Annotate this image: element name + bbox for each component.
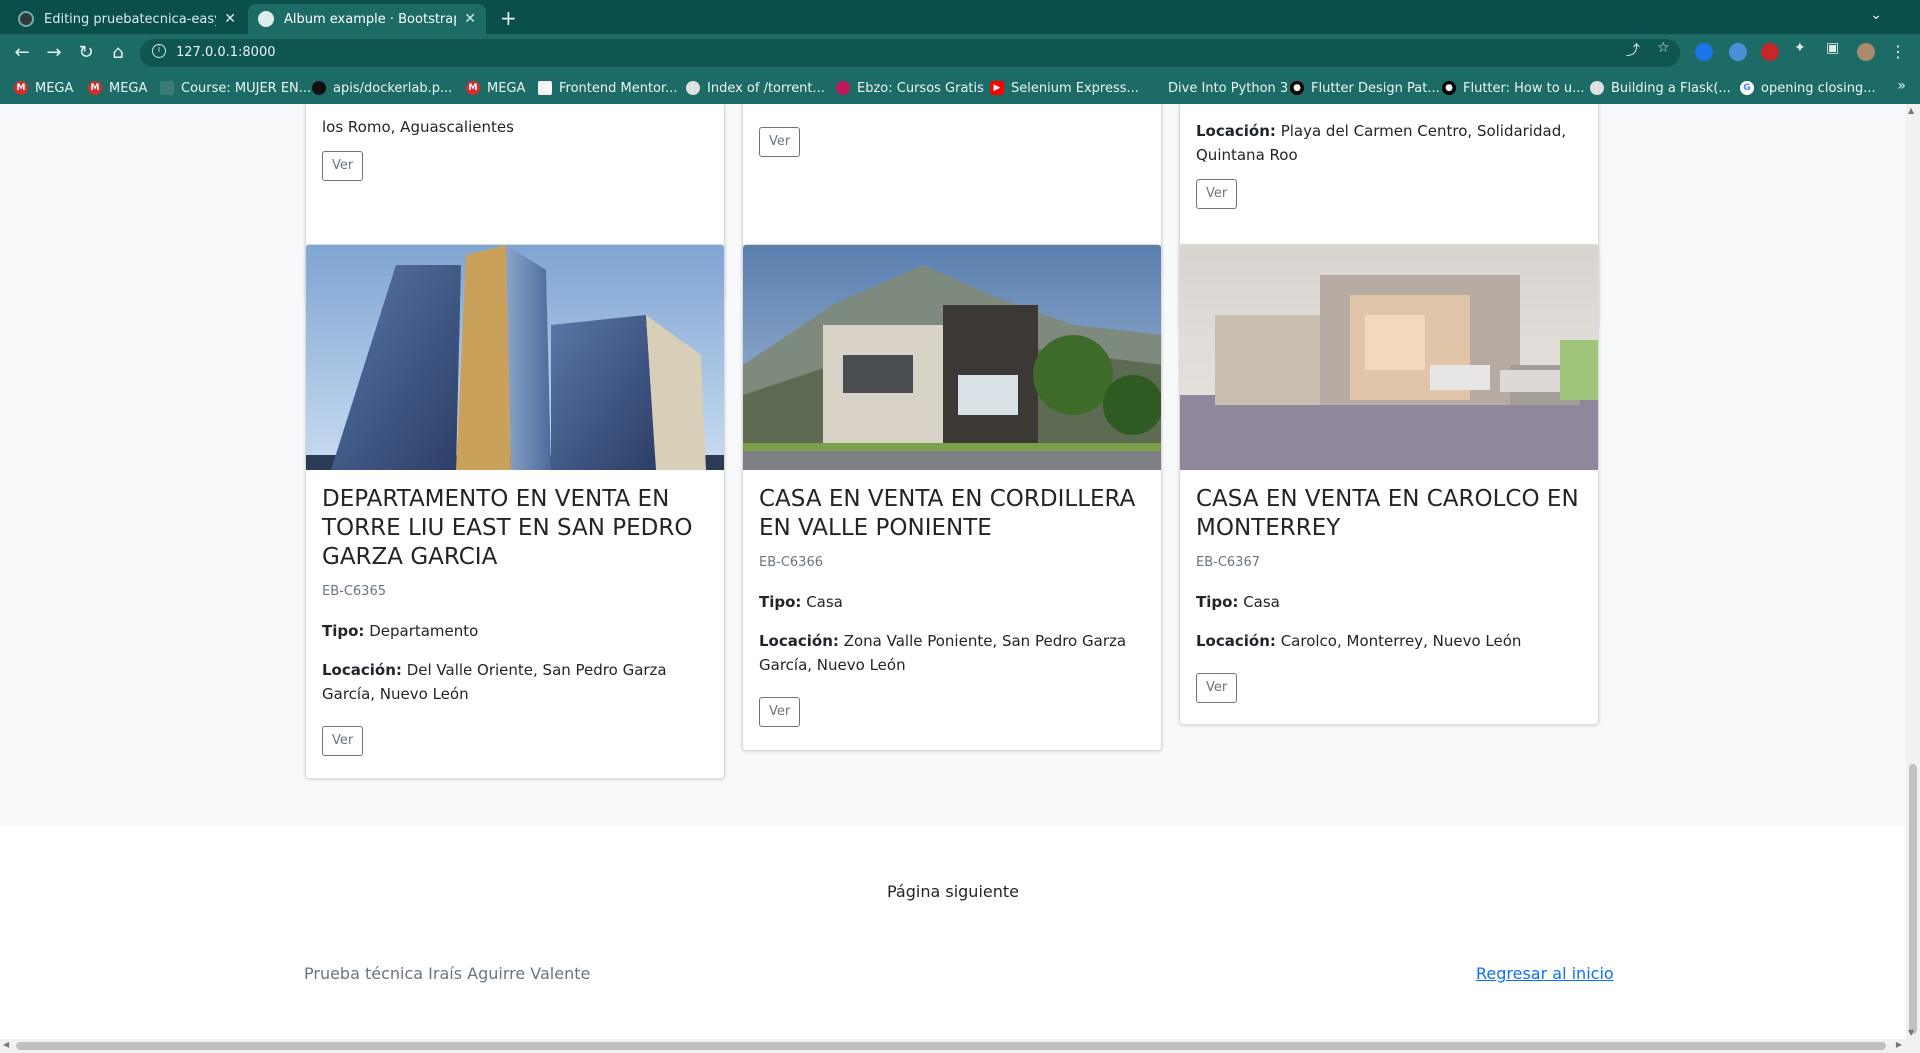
google-icon: G xyxy=(1740,81,1754,95)
ebzo-icon xyxy=(836,81,850,95)
medium-icon: ● xyxy=(1442,81,1456,95)
card-tipo: Tipo: Casa xyxy=(1196,593,1280,611)
extension-icon[interactable] xyxy=(1695,43,1713,61)
scrollbar-thumb[interactable] xyxy=(16,1042,1886,1050)
menu-icon[interactable]: ⋮ xyxy=(1890,42,1906,61)
star-icon[interactable]: ☆ xyxy=(1657,40,1670,56)
close-tab-icon[interactable]: ✕ xyxy=(224,11,236,27)
globe-icon xyxy=(686,81,700,95)
avatar[interactable] xyxy=(1857,43,1875,61)
card-tipo: Tipo: Departamento xyxy=(322,622,479,640)
course-icon xyxy=(160,81,174,95)
card-code: EB-C6365 xyxy=(322,584,386,599)
side-panel-icon[interactable]: ▣ xyxy=(1826,40,1839,56)
scroll-left-icon[interactable]: ◀ xyxy=(3,1040,9,1049)
card-location-text: los Romo, Aguascalientes xyxy=(322,118,514,136)
property-card: DEPARTAMENTO EN VENTA EN TORRE LIU EAST … xyxy=(305,244,725,779)
card-code: EB-C6366 xyxy=(759,555,823,570)
card-location: Locación: Del Valle Oriente, San Pedro G… xyxy=(322,661,667,703)
bookmark-item[interactable]: ● Flutter: How to u... xyxy=(1442,79,1584,97)
bookmark-item[interactable]: M MEGA xyxy=(14,79,73,97)
github-icon xyxy=(18,11,34,27)
card-title: CASA EN VENTA EN CORDILLERA EN VALLE PON… xyxy=(759,486,1136,541)
puzzle-icon[interactable]: ✦ xyxy=(1794,40,1806,56)
bookmark-item[interactable]: M MEGA xyxy=(466,79,525,97)
ver-button[interactable]: Ver xyxy=(759,697,801,727)
bookmark-item[interactable]: Dive Into Python 3 xyxy=(1168,79,1288,97)
bookmark-item[interactable]: Ebzo: Cursos Gratis xyxy=(836,79,984,97)
tab-album-example[interactable]: Album example · Bootstrap v5 ✕ xyxy=(248,4,486,34)
card-tipo: Tipo: Casa xyxy=(759,593,843,611)
youtube-icon: ▶ xyxy=(990,81,1004,95)
reload-icon[interactable]: ↻ xyxy=(74,42,98,63)
bookmark-item[interactable]: ▶ Selenium Express... xyxy=(990,79,1139,97)
card-location: Locación: Carolco, Monterrey, Nuevo León xyxy=(1196,632,1522,650)
bookmarks-bar: M MEGA M MEGA Course: MUJER EN... apis/doc… xyxy=(0,72,1920,104)
globe-icon xyxy=(1590,81,1604,95)
forward-icon[interactable]: → xyxy=(42,42,66,63)
mountain-house-image xyxy=(743,245,1161,470)
scroll-down-icon[interactable]: ▼ xyxy=(1908,1028,1914,1037)
bookmark-item[interactable]: Index of /torrent... xyxy=(686,79,825,97)
home-icon[interactable]: ⌂ xyxy=(106,42,130,63)
vertical-scrollbar[interactable]: ▲ ▼ xyxy=(1906,104,1920,1039)
card-location: Locación: Zona Valle Poniente, San Pedro… xyxy=(759,632,1127,674)
bookmark-item[interactable]: Gopening closing... xyxy=(1740,79,1876,97)
share-icon[interactable]: ⤴ xyxy=(1626,40,1640,60)
new-tab-icon[interactable]: + xyxy=(500,6,517,30)
scrollbar-thumb[interactable] xyxy=(1909,764,1917,1034)
tab-editing[interactable]: Editing pruebatecnica-easybr ✕ xyxy=(8,4,246,34)
card-title: CASA EN VENTA EN CAROLCO EN MONTERREY xyxy=(1196,486,1579,541)
github-icon xyxy=(312,81,326,95)
frontend-mentor-icon xyxy=(538,81,552,95)
ver-button[interactable]: Ver xyxy=(322,151,364,181)
back-to-top-link[interactable]: Regresar al inicio xyxy=(1476,964,1614,983)
tab-title: Editing pruebatecnica-easybr xyxy=(44,11,217,27)
mega-icon: M xyxy=(14,81,28,95)
ver-button[interactable]: Ver xyxy=(1196,179,1238,209)
more-bookmarks-icon[interactable]: » xyxy=(1897,78,1906,94)
mega-icon: M xyxy=(88,81,102,95)
chevron-down-icon[interactable]: ⌄ xyxy=(1870,7,1882,23)
tab-strip: Editing pruebatecnica-easybr ✕ Album exa… xyxy=(0,0,1920,34)
ver-button[interactable]: Ver xyxy=(1196,673,1238,703)
tower-image xyxy=(306,245,724,470)
extension-icon[interactable] xyxy=(1761,43,1779,61)
horizontal-scrollbar[interactable]: ◀ ▶ xyxy=(0,1039,1920,1053)
url-text[interactable]: 127.0.0.1:8000 xyxy=(176,45,276,60)
medium-icon: ● xyxy=(1290,81,1304,95)
album-section: los Romo, Aguascalientes Ver Ver Locació… xyxy=(0,104,1906,826)
address-bar[interactable]: i 127.0.0.1:8000 xyxy=(140,39,1680,67)
property-card: CASA EN VENTA EN CAROLCO EN MONTERREY EB… xyxy=(1179,244,1599,725)
tab-title: Album example · Bootstrap v5 xyxy=(284,11,457,27)
property-card: CASA EN VENTA EN CORDILLERA EN VALLE PON… xyxy=(742,244,1162,751)
close-tab-icon[interactable]: ✕ xyxy=(464,11,476,27)
next-page-link[interactable]: Página siguiente xyxy=(0,882,1906,901)
bookmark-item[interactable]: ● Flutter Design Pat... xyxy=(1290,79,1440,97)
scroll-up-icon[interactable]: ▲ xyxy=(1908,106,1914,115)
bookmark-item[interactable]: Building a Flask(... xyxy=(1590,79,1731,97)
ver-button[interactable]: Ver xyxy=(759,127,801,157)
bookmark-item[interactable]: Course: MUJER EN... xyxy=(160,79,311,97)
page-viewport: los Romo, Aguascalientes Ver Ver Locació… xyxy=(0,104,1906,1039)
modern-house-image xyxy=(1180,245,1598,470)
ver-button[interactable]: Ver xyxy=(322,726,364,756)
card-title: DEPARTAMENTO EN VENTA EN TORRE LIU EAST … xyxy=(322,486,693,570)
bookmark-item[interactable]: apis/dockerlab.p... xyxy=(312,79,452,97)
footer-credit: Prueba técnica Iraís Aguirre Valente xyxy=(304,964,591,983)
info-icon[interactable]: i xyxy=(152,44,166,58)
card-location: Locación: Playa del Carmen Centro, Solid… xyxy=(1196,122,1567,164)
bookmark-item[interactable]: M MEGA xyxy=(88,79,147,97)
extension-icon[interactable] xyxy=(1729,43,1747,61)
globe-icon xyxy=(258,11,274,27)
scroll-right-icon[interactable]: ▶ xyxy=(1896,1040,1902,1049)
back-icon[interactable]: ← xyxy=(10,42,34,63)
bookmark-item[interactable]: Frontend Mentor... xyxy=(538,79,678,97)
browser-toolbar: ← → ↻ ⌂ i 127.0.0.1:8000 ⤴ ☆ ✦ ▣ ⋮ xyxy=(0,34,1920,72)
card-code: EB-C6367 xyxy=(1196,555,1260,570)
mega-icon: M xyxy=(466,81,480,95)
